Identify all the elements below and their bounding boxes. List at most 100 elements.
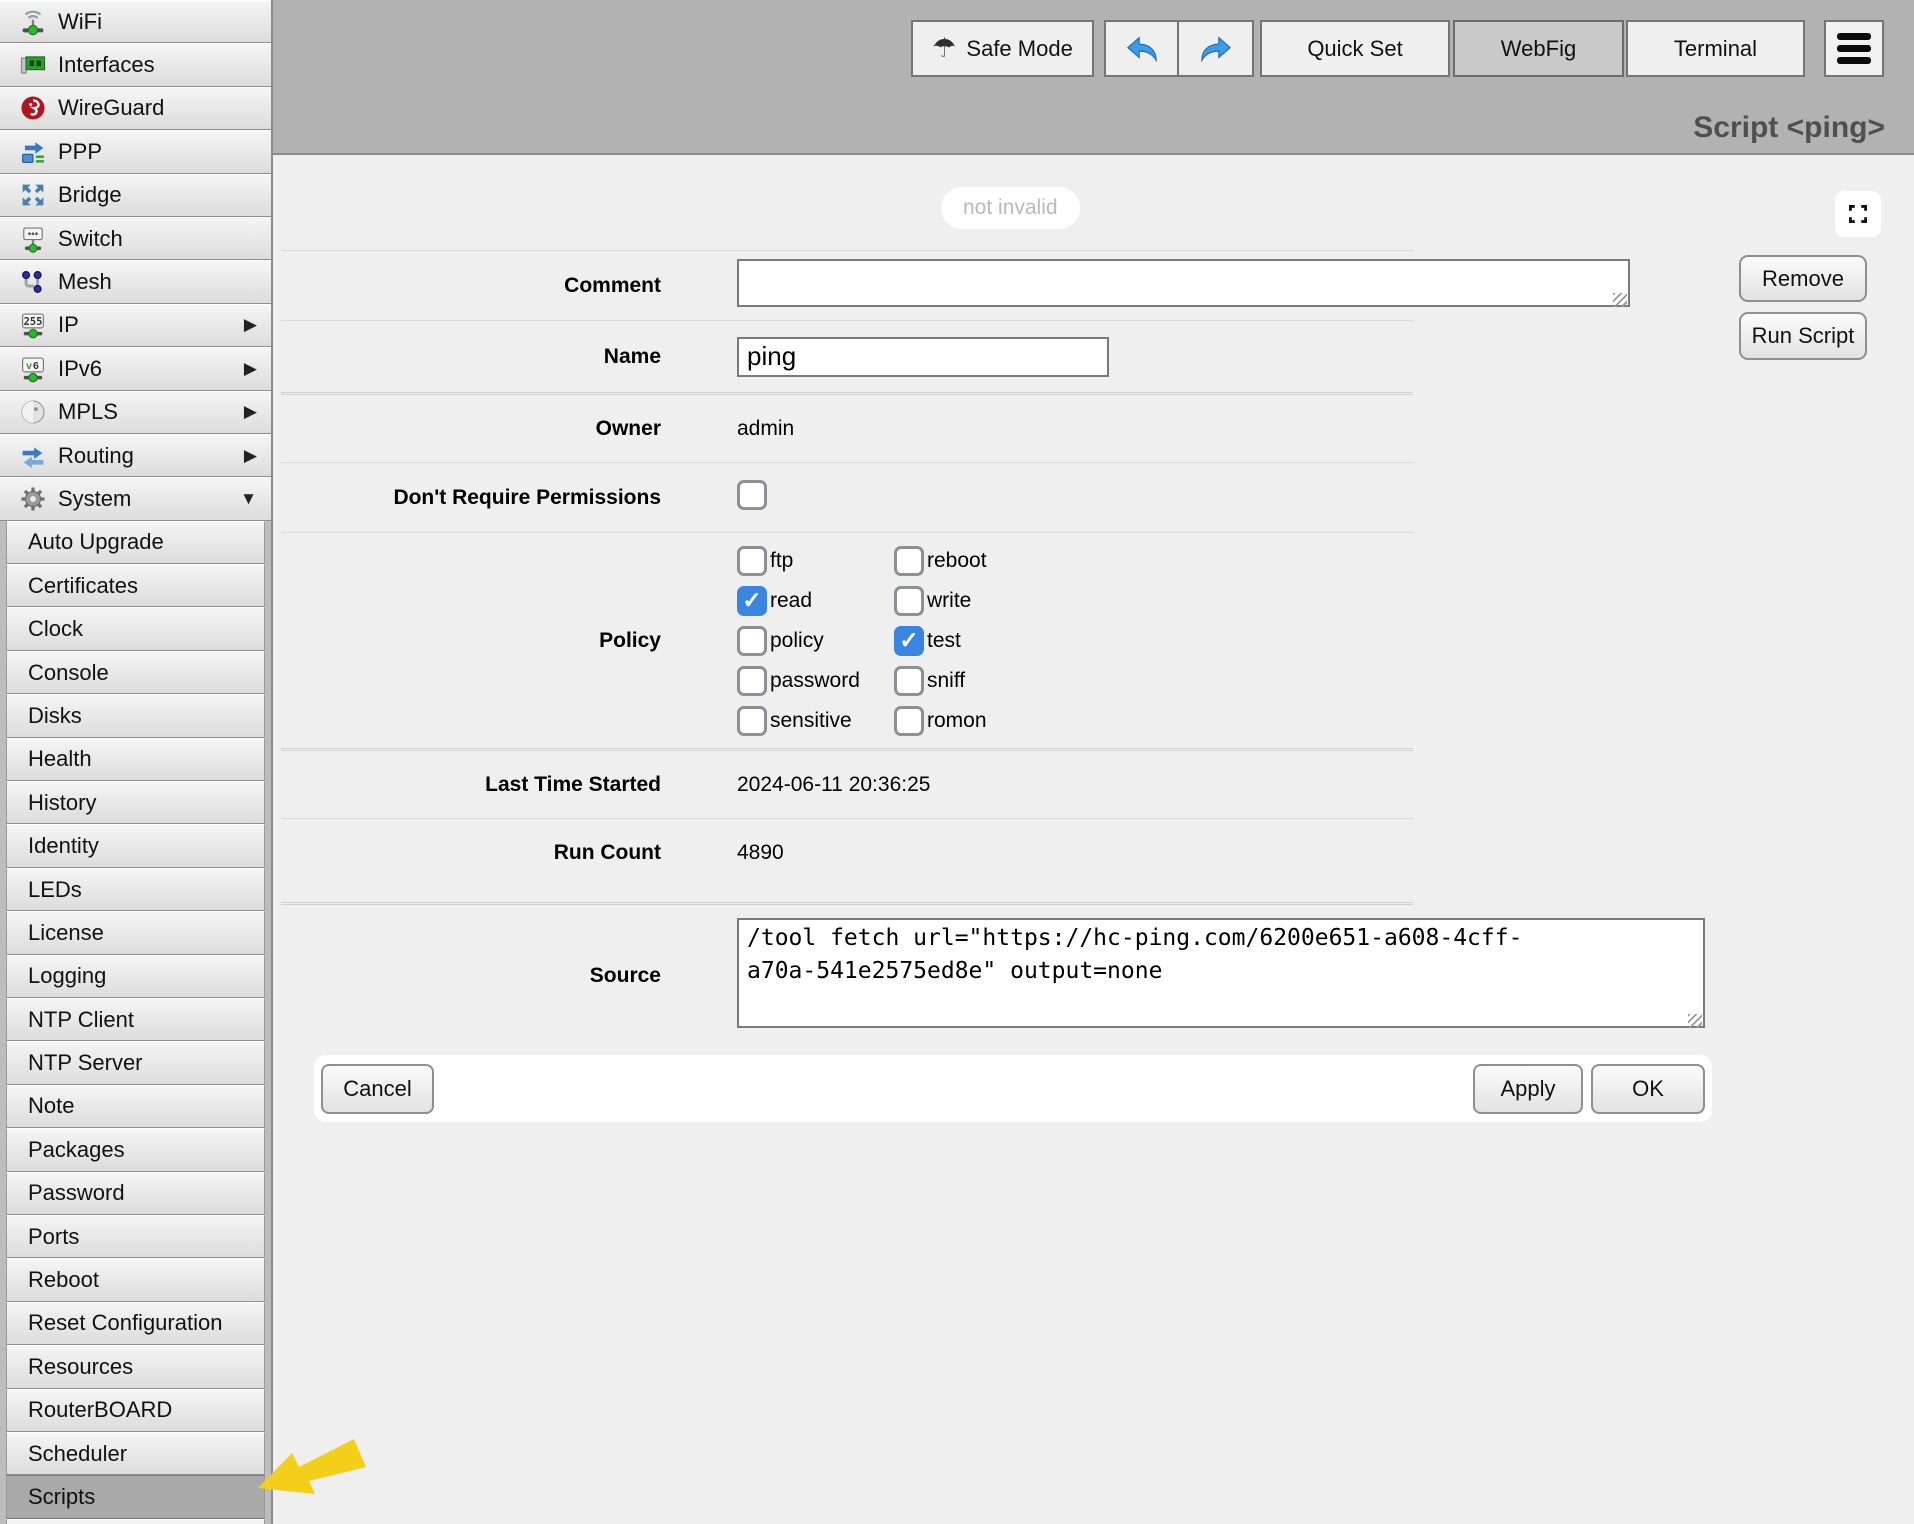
fullscreen-button[interactable]: [1835, 191, 1881, 237]
ok-label: OK: [1632, 1076, 1664, 1102]
hamburger-menu-button[interactable]: [1824, 20, 1884, 77]
sidebar-item-label: NTP Client: [28, 1007, 134, 1033]
sidebar-item-scheduler[interactable]: Scheduler: [6, 1432, 265, 1475]
sidebar-item-label: Health: [28, 746, 92, 772]
sidebar-item-identity[interactable]: Identity: [6, 824, 265, 867]
sidebar-item-routerboard[interactable]: RouterBOARD: [6, 1389, 265, 1432]
last-time-started-label: Last Time Started: [281, 773, 661, 797]
sidebar-item-switch[interactable]: Switch: [0, 217, 271, 260]
owner-row: Owner admin: [281, 392, 1413, 462]
sidebar-item-routing[interactable]: Routing▶: [0, 434, 271, 477]
policy-checkbox-reboot[interactable]: [894, 546, 924, 576]
sidebar-item-resources[interactable]: Resources: [6, 1345, 265, 1388]
sidebar-item-auto-upgrade[interactable]: Auto Upgrade: [6, 521, 265, 564]
policy-checkbox-test[interactable]: [894, 626, 924, 656]
sidebar-item-ntp-server[interactable]: NTP Server: [6, 1041, 265, 1084]
sidebar-item-reset-configuration[interactable]: Reset Configuration: [6, 1302, 265, 1345]
dont-require-permissions-label: Don't Require Permissions: [281, 486, 661, 510]
sidebar-item-label: Ports: [28, 1224, 79, 1250]
source-textarea[interactable]: /tool fetch url="https://hc-ping.com/620…: [737, 918, 1705, 1028]
run-count-label: Run Count: [281, 841, 661, 865]
sidebar-item-logging[interactable]: Logging: [6, 955, 265, 998]
sidebar-item-clock[interactable]: Clock: [6, 607, 265, 650]
quick-set-button[interactable]: Quick Set: [1260, 20, 1450, 77]
sidebar-item-note[interactable]: Note: [6, 1085, 265, 1128]
policy-checkbox-sniff[interactable]: [894, 666, 924, 696]
sidebar-item-packages[interactable]: Packages: [6, 1128, 265, 1171]
sidebar-item-reboot[interactable]: Reboot: [6, 1258, 265, 1301]
sidebar-item-bridge[interactable]: Bridge: [0, 174, 271, 217]
sidebar-item-mesh[interactable]: Mesh: [0, 260, 271, 303]
ok-button[interactable]: OK: [1591, 1064, 1705, 1114]
webfig-button[interactable]: WebFig: [1453, 20, 1624, 77]
policy-checkbox-label: write: [927, 589, 971, 613]
sidebar-item-label: Clock: [28, 616, 83, 642]
remove-button[interactable]: Remove: [1739, 255, 1867, 302]
sidebar-item-shutdown[interactable]: Shutdown: [6, 1519, 265, 1524]
wireguard-icon: [18, 93, 48, 123]
undo-button[interactable]: [1104, 20, 1179, 77]
quick-set-label: Quick Set: [1307, 36, 1402, 62]
script-form: Comment Name Owner admin Don't Require P…: [281, 250, 1413, 1046]
sidebar-item-interfaces[interactable]: Interfaces: [0, 43, 271, 86]
sidebar-item-label: Packages: [28, 1137, 125, 1163]
undo-icon: [1125, 32, 1159, 66]
sidebar-item-history[interactable]: History: [6, 781, 265, 824]
policy-checkbox-ftp[interactable]: [737, 546, 767, 576]
policy-label: Policy: [281, 629, 661, 653]
sidebar-item-password[interactable]: Password: [6, 1172, 265, 1215]
sidebar-item-certificates[interactable]: Certificates: [6, 564, 265, 607]
sidebar-item-ipv6[interactable]: v6IPv6▶: [0, 347, 271, 390]
policy-checkbox-read[interactable]: [737, 586, 767, 616]
run-count-row: Run Count 4890: [281, 818, 1413, 886]
chevron-right-icon: ▶: [244, 359, 257, 379]
source-label[interactable]: Source: [281, 964, 661, 988]
apply-label: Apply: [1500, 1076, 1555, 1102]
policy-checkbox-sensitive[interactable]: [737, 706, 767, 736]
form-button-bar: Cancel Apply OK: [314, 1055, 1712, 1122]
sidebar-item-disks[interactable]: Disks: [6, 694, 265, 737]
webfig-label: WebFig: [1501, 36, 1576, 62]
sidebar-item-leds[interactable]: LEDs: [6, 868, 265, 911]
cancel-button[interactable]: Cancel: [321, 1064, 434, 1114]
policy-checkbox-password[interactable]: [737, 666, 767, 696]
policy-checkbox-label: reboot: [927, 549, 987, 573]
apply-button[interactable]: Apply: [1473, 1064, 1583, 1114]
comment-textarea[interactable]: [737, 259, 1630, 307]
sidebar-item-label: System: [58, 486, 131, 512]
sidebar-item-label: IPv6: [58, 356, 102, 382]
sidebar-item-ip[interactable]: 255IP▶: [0, 304, 271, 347]
name-input[interactable]: [737, 337, 1109, 377]
sidebar-item-console[interactable]: Console: [6, 651, 265, 694]
sidebar-item-ppp[interactable]: PPP: [0, 130, 271, 173]
umbrella-icon: ☂: [932, 35, 956, 62]
sidebar-item-health[interactable]: Health: [6, 738, 265, 781]
sidebar-item-label: Disks: [28, 703, 82, 729]
policy-checkbox-romon[interactable]: [894, 706, 924, 736]
sidebar-item-scripts[interactable]: Scripts: [6, 1475, 265, 1518]
redo-icon: [1199, 32, 1233, 66]
sidebar-item-label: Interfaces: [58, 52, 155, 78]
sidebar-item-mpls[interactable]: MPLS▶: [0, 391, 271, 434]
sidebar-item-ntp-client[interactable]: NTP Client: [6, 998, 265, 1041]
sidebar-item-label: Mesh: [58, 269, 112, 295]
source-row: Source /tool fetch url="https://hc-ping.…: [281, 902, 1413, 1046]
sidebar-item-wireguard[interactable]: WireGuard: [0, 87, 271, 130]
terminal-button[interactable]: Terminal: [1626, 20, 1805, 77]
safe-mode-button[interactable]: ☂ Safe Mode: [911, 20, 1094, 77]
sidebar-item-license[interactable]: License: [6, 911, 265, 954]
policy-checkbox-policy[interactable]: [737, 626, 767, 656]
policy-checkbox-write[interactable]: [894, 586, 924, 616]
run-count-value: 4890: [661, 841, 784, 865]
policy-checkbox-label: read: [770, 589, 812, 613]
redo-button[interactable]: [1179, 20, 1254, 77]
svg-text:v: v: [26, 361, 32, 372]
sidebar-item-wifi[interactable]: WiFi: [0, 0, 271, 43]
chevron-down-icon: ▼: [240, 489, 257, 509]
sidebar-item-system[interactable]: System ▼: [0, 477, 271, 520]
sidebar-item-label: MPLS: [58, 399, 118, 425]
run-script-button[interactable]: Run Script: [1739, 312, 1867, 360]
sidebar-item-label: History: [28, 790, 96, 816]
dont-require-permissions-checkbox[interactable]: [737, 480, 767, 510]
sidebar-item-ports[interactable]: Ports: [6, 1215, 265, 1258]
